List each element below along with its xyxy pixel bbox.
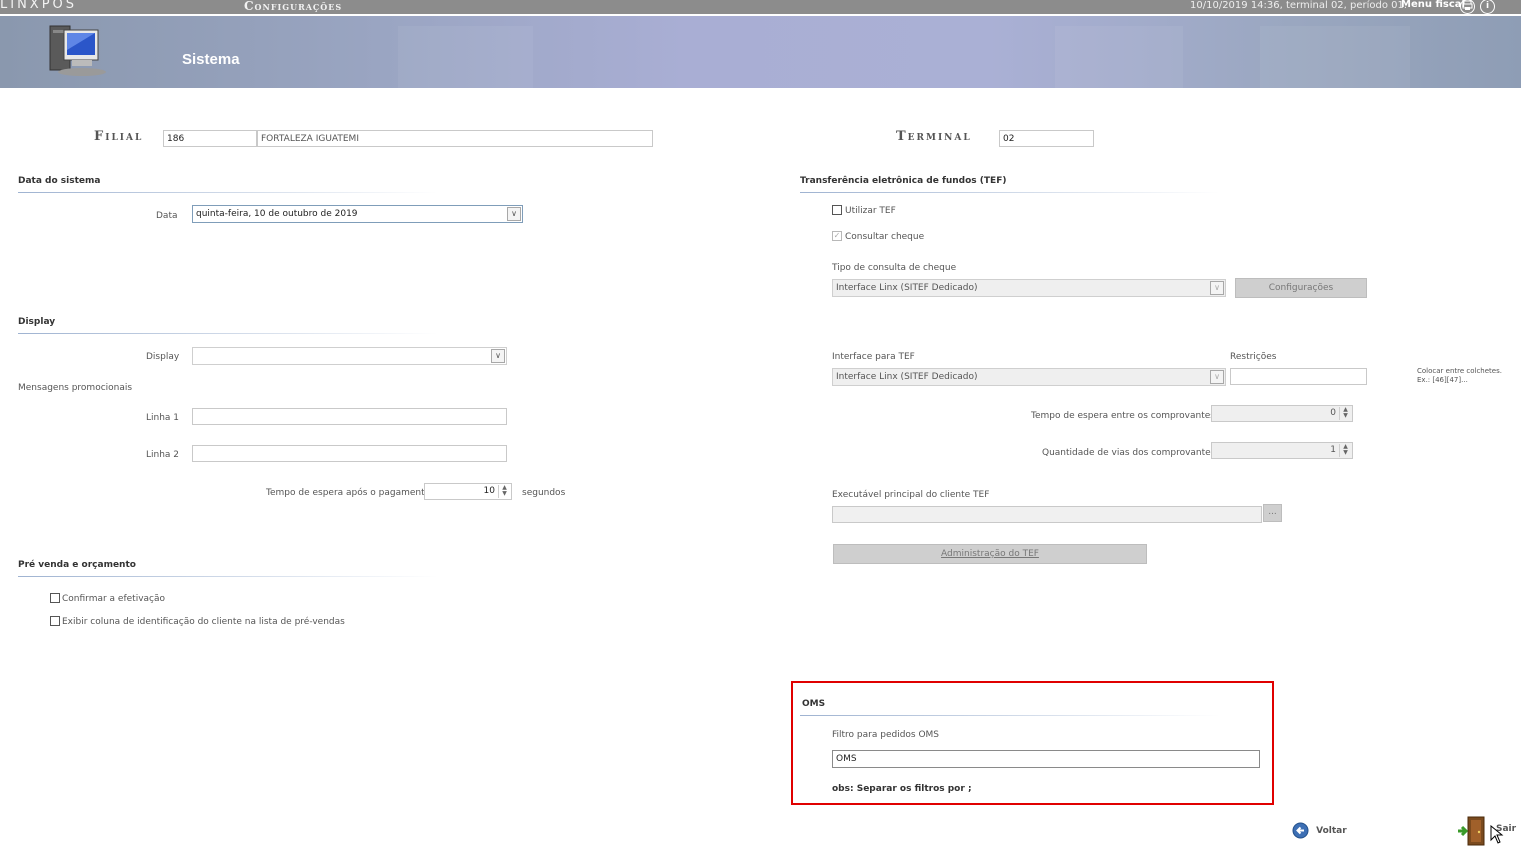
configuracoes-button[interactable]: Configurações <box>1235 278 1367 298</box>
status-text: 10/10/2019 14:36, terminal 02, período 0… <box>1190 0 1408 11</box>
top-bar: LINXPOS Configurações 10/10/2019 14:36, … <box>0 0 1521 14</box>
restricoes-label: Restrições <box>1230 352 1277 362</box>
consultar-cheque-label: Consultar cheque <box>845 232 925 242</box>
utilizar-tef-checkbox[interactable] <box>832 205 842 215</box>
linha1-label: Linha 1 <box>146 413 180 423</box>
chevron-down-icon[interactable]: ∨ <box>491 349 505 363</box>
consultar-cheque-checkbox[interactable]: ✓ <box>832 231 842 241</box>
oms-obs-text: obs: Separar os filtros por ; <box>832 784 972 794</box>
voltar-button[interactable]: Voltar <box>1292 822 1347 839</box>
module-title: Configurações <box>244 0 343 13</box>
spin-arrows-icon[interactable]: ▲ ▼ <box>498 485 510 498</box>
confirmar-efetivacao-label: Confirmar a efetivação <box>62 594 166 604</box>
voltar-label: Voltar <box>1316 826 1347 836</box>
menu-fiscal-link[interactable]: Menu fiscal <box>1401 0 1465 10</box>
interface-tef-select[interactable]: Interface Linx (SITEF Dedicado) ∨ <box>832 368 1226 386</box>
section-title-display: Display <box>18 317 56 327</box>
segundos-label: segundos <box>522 488 566 498</box>
linha1-field[interactable] <box>192 408 507 425</box>
back-arrow-icon <box>1292 822 1309 839</box>
tempo-espera-comprovantes-value: 0 <box>1330 408 1336 418</box>
data-select-value: quinta-feira, 10 de outubro de 2019 <box>196 209 358 219</box>
confirmar-efetivacao-checkbox[interactable] <box>50 593 60 603</box>
computer-icon <box>49 25 106 76</box>
sair-button[interactable]: Sair <box>1456 814 1516 848</box>
filtro-oms-label: Filtro para pedidos OMS <box>832 730 940 740</box>
restricoes-field[interactable] <box>1230 368 1367 385</box>
tempo-espera-comprovantes-label: Tempo de espera entre os comprovantes <box>1031 411 1215 421</box>
section-divider <box>18 192 438 193</box>
chevron-down-icon[interactable]: ∨ <box>1210 370 1224 384</box>
chevron-down-icon[interactable]: ∨ <box>507 207 521 221</box>
interface-tef-value: Interface Linx (SITEF Dedicado) <box>836 372 978 382</box>
chevron-down-icon[interactable]: ∨ <box>1210 281 1224 295</box>
filial-code-field[interactable]: 186 <box>163 130 257 147</box>
page-header: Sistema <box>0 16 1521 88</box>
executavel-tef-label: Executável principal do cliente TEF <box>832 490 990 500</box>
quantidade-vias-stepper[interactable]: 1 ▲ ▼ <box>1211 442 1353 459</box>
terminal-label: Terminal <box>896 129 972 144</box>
app-logo: LINXPOS <box>0 0 78 12</box>
tipo-consulta-cheque-select[interactable]: Interface Linx (SITEF Dedicado) ∨ <box>832 279 1226 297</box>
tipo-consulta-cheque-value: Interface Linx (SITEF Dedicado) <box>836 283 978 293</box>
section-title-oms: OMS <box>802 699 826 709</box>
info-icon[interactable]: i <box>1480 0 1495 14</box>
header-decoration <box>1260 26 1410 88</box>
printer-icon[interactable] <box>1460 0 1475 14</box>
terminal-field[interactable]: 02 <box>999 130 1094 147</box>
tempo-espera-comprovantes-stepper[interactable]: 0 ▲ ▼ <box>1211 405 1353 422</box>
header-decoration <box>398 26 533 88</box>
exibir-coluna-label: Exibir coluna de identificação do client… <box>62 617 345 627</box>
administracao-tef-button[interactable]: Administração do TEF <box>833 544 1147 564</box>
section-title-pre-venda: Pré venda e orçamento <box>18 560 136 570</box>
mensagens-promocionais-label: Mensagens promocionais <box>18 383 133 393</box>
section-divider <box>18 333 438 334</box>
restricoes-hint-line2: Ex.: [46][47]... <box>1417 376 1468 384</box>
header-decoration <box>1055 26 1183 88</box>
linha2-label: Linha 2 <box>146 450 180 460</box>
tempo-espera-pagamento-value: 10 <box>483 486 495 496</box>
executavel-tef-field[interactable] <box>832 506 1262 523</box>
linha2-field[interactable] <box>192 445 507 462</box>
section-title-tef: Transferência eletrônica de fundos (TEF) <box>800 176 1007 186</box>
section-divider <box>800 715 1220 716</box>
quantidade-vias-label: Quantidade de vias dos comprovantes <box>1042 448 1216 458</box>
display-select[interactable]: ∨ <box>192 347 507 365</box>
filtro-oms-field[interactable]: OMS <box>832 750 1260 768</box>
data-select[interactable]: quinta-feira, 10 de outubro de 2019 ∨ <box>192 205 523 223</box>
filial-name-field[interactable]: FORTALEZA IGUATEMI <box>257 130 653 147</box>
restricoes-hint-line1: Colocar entre colchetes. <box>1417 367 1502 375</box>
mouse-cursor-icon <box>1490 825 1504 844</box>
filial-label: Filial <box>94 129 144 144</box>
spin-arrows-icon[interactable]: ▲ ▼ <box>1339 407 1351 420</box>
section-divider <box>800 192 1220 193</box>
utilizar-tef-label: Utilizar TEF <box>845 206 896 216</box>
data-label: Data <box>156 211 178 221</box>
exit-door-icon <box>1458 816 1485 846</box>
tipo-consulta-cheque-label: Tipo de consulta de cheque <box>832 263 957 273</box>
section-divider <box>18 576 438 577</box>
page-title: Sistema <box>182 51 240 68</box>
browse-button[interactable]: ... <box>1263 504 1282 522</box>
display-label: Display <box>146 352 180 362</box>
exibir-coluna-checkbox[interactable] <box>50 616 60 626</box>
interface-tef-label: Interface para TEF <box>832 352 915 362</box>
tempo-espera-pagamento-stepper[interactable]: 10 ▲ ▼ <box>424 483 512 500</box>
section-title-data-sistema: Data do sistema <box>18 176 101 186</box>
spin-arrows-icon[interactable]: ▲ ▼ <box>1339 444 1351 457</box>
quantidade-vias-value: 1 <box>1330 445 1336 455</box>
tempo-espera-pagamento-label: Tempo de espera após o pagamento <box>266 488 431 498</box>
